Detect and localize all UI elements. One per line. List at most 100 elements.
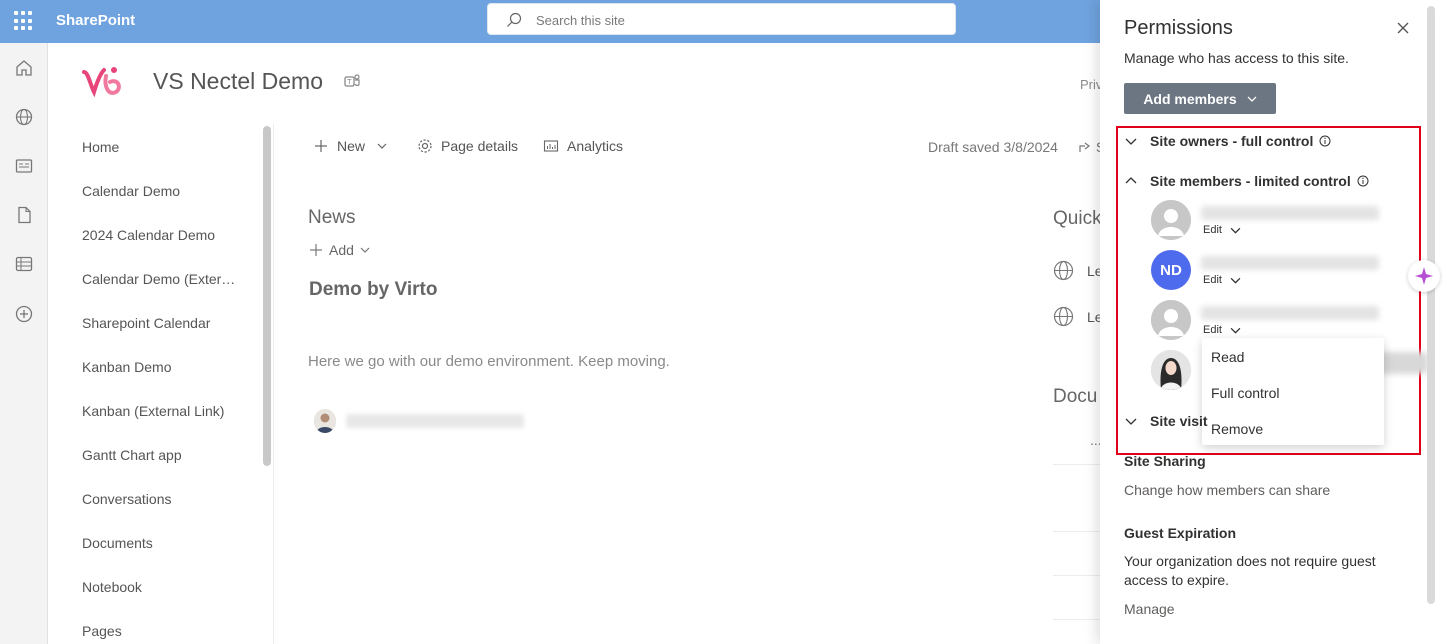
member-row: Edit bbox=[1151, 200, 1391, 244]
chevron-down-icon bbox=[360, 247, 370, 253]
post-title: Demo by Virto bbox=[309, 279, 438, 300]
add-members-label: Add members bbox=[1143, 90, 1237, 107]
chevron-up-icon bbox=[1125, 177, 1137, 184]
group-site-owners[interactable]: Site owners - full control bbox=[1124, 133, 1331, 149]
add-icon[interactable] bbox=[14, 304, 34, 324]
analytics-button[interactable]: Analytics bbox=[543, 138, 623, 154]
sparkle-icon bbox=[1415, 267, 1433, 285]
info-icon[interactable] bbox=[1357, 175, 1369, 187]
plus-icon bbox=[310, 244, 322, 256]
avatar bbox=[1151, 300, 1191, 340]
add-label: Add bbox=[329, 242, 354, 258]
group-label: Site owners - full control bbox=[1150, 133, 1314, 149]
chevron-down-icon bbox=[377, 143, 387, 149]
add-news-button[interactable]: Add bbox=[309, 242, 370, 258]
change-sharing-link[interactable]: Change how members can share bbox=[1124, 482, 1330, 498]
author-name-blurred bbox=[346, 414, 524, 428]
divider bbox=[1053, 464, 1100, 465]
page-details-label: Page details bbox=[441, 138, 519, 154]
svg-text:T: T bbox=[346, 78, 352, 86]
avatar bbox=[1151, 200, 1191, 240]
nav-item-sharepoint-calendar[interactable]: Sharepoint Calendar bbox=[82, 315, 240, 331]
guest-expiration-title: Guest Expiration bbox=[1124, 525, 1237, 541]
chevron-down-icon bbox=[1125, 138, 1137, 145]
group-site-members[interactable]: Site members - limited control bbox=[1124, 173, 1369, 189]
search-icon bbox=[507, 12, 522, 27]
file-icon[interactable] bbox=[14, 205, 34, 225]
site-title[interactable]: VS Nectel Demo bbox=[153, 68, 323, 95]
nav-item-conversations[interactable]: Conversations bbox=[82, 491, 240, 507]
site-logo[interactable] bbox=[80, 64, 124, 100]
copilot-button[interactable] bbox=[1408, 260, 1440, 292]
nav-item-pages[interactable]: Pages bbox=[82, 623, 240, 639]
add-members-button[interactable]: Add members bbox=[1124, 83, 1276, 114]
author-avatar bbox=[314, 409, 336, 433]
chevron-down-icon bbox=[1230, 327, 1241, 334]
teams-icon[interactable]: T bbox=[343, 72, 361, 90]
member-row: ND Edit bbox=[1151, 250, 1391, 294]
news-section-title: News bbox=[308, 207, 356, 228]
nav-item-home[interactable]: Home bbox=[82, 139, 240, 155]
menu-item-read[interactable]: Read bbox=[1211, 349, 1244, 365]
page-details-button[interactable]: Page details bbox=[417, 138, 518, 154]
search-placeholder: Search this site bbox=[536, 13, 625, 28]
nav-item-kanban-demo[interactable]: Kanban Demo bbox=[82, 359, 240, 375]
nav-item-documents[interactable]: Documents bbox=[82, 535, 240, 551]
chevron-down-icon bbox=[1230, 227, 1241, 234]
panel-scrollbar[interactable] bbox=[1427, 6, 1435, 604]
role-label: Edit bbox=[1203, 224, 1222, 236]
panel-title: Permissions bbox=[1124, 17, 1233, 39]
analytics-icon bbox=[543, 140, 559, 152]
avatar: ND bbox=[1151, 250, 1191, 290]
documents-section-title: Docu bbox=[1053, 386, 1098, 407]
member-role-dropdown[interactable]: Edit bbox=[1203, 324, 1241, 336]
app-launcher-icon[interactable] bbox=[14, 11, 34, 31]
group-label: Site visit bbox=[1150, 413, 1208, 429]
chevron-down-icon bbox=[1230, 277, 1241, 284]
permissions-panel: Permissions Manage who has access to thi… bbox=[1100, 0, 1447, 644]
nav-scrollbar[interactable] bbox=[263, 126, 271, 466]
nav-item-2024-calendar-demo[interactable]: 2024 Calendar Demo bbox=[82, 227, 240, 243]
home-icon[interactable] bbox=[14, 58, 34, 78]
divider bbox=[1053, 531, 1100, 532]
group-site-visitors[interactable]: Site visit bbox=[1124, 413, 1208, 429]
divider bbox=[1053, 619, 1100, 620]
list-icon[interactable] bbox=[14, 254, 34, 274]
gear-icon bbox=[418, 139, 432, 153]
chevron-down-icon bbox=[1247, 96, 1257, 102]
new-button[interactable]: New bbox=[313, 138, 387, 154]
member-role-dropdown[interactable]: Edit bbox=[1203, 274, 1241, 286]
quick-link-1[interactable]: Le bbox=[1053, 260, 1103, 281]
draft-status: Draft saved 3/8/2024 bbox=[928, 139, 1058, 155]
globe-icon[interactable] bbox=[14, 107, 34, 127]
post-body: Here we go with our demo environment. Ke… bbox=[308, 353, 670, 370]
nav-item-calendar-demo-external[interactable]: Calendar Demo (Extern... bbox=[82, 271, 240, 287]
site-sharing-title: Site Sharing bbox=[1124, 453, 1206, 469]
app-rail bbox=[0, 43, 48, 644]
share-icon bbox=[1079, 142, 1090, 152]
member-role-dropdown[interactable]: Edit bbox=[1203, 224, 1241, 236]
menu-item-remove[interactable]: Remove bbox=[1211, 421, 1263, 437]
app-name[interactable]: SharePoint bbox=[56, 12, 135, 29]
chevron-down-icon bbox=[1125, 418, 1137, 425]
globe-icon bbox=[1053, 260, 1074, 281]
quick-link-2[interactable]: Le bbox=[1053, 306, 1103, 327]
nav-item-kanban-external[interactable]: Kanban (External Link) bbox=[82, 403, 240, 419]
globe-icon bbox=[1053, 306, 1074, 327]
manage-link[interactable]: Manage bbox=[1124, 601, 1175, 617]
search-box[interactable]: Search this site bbox=[487, 3, 956, 35]
new-label: New bbox=[337, 138, 366, 154]
role-menu: Read Full control Remove bbox=[1202, 338, 1384, 445]
nav-item-gantt-chart[interactable]: Gantt Chart app bbox=[82, 447, 240, 463]
analytics-label: Analytics bbox=[567, 138, 624, 154]
avatar bbox=[1151, 350, 1191, 390]
role-label: Edit bbox=[1203, 324, 1222, 336]
news-icon[interactable] bbox=[14, 156, 34, 176]
nav-item-calendar-demo[interactable]: Calendar Demo bbox=[82, 183, 240, 199]
nav-item-notebook[interactable]: Notebook bbox=[82, 579, 240, 595]
menu-item-full-control[interactable]: Full control bbox=[1211, 385, 1279, 401]
info-icon[interactable] bbox=[1319, 135, 1331, 147]
close-icon[interactable] bbox=[1395, 20, 1411, 36]
guest-expiration-text: Your organization does not require guest… bbox=[1124, 553, 1376, 588]
group-label: Site members - limited control bbox=[1150, 173, 1351, 189]
